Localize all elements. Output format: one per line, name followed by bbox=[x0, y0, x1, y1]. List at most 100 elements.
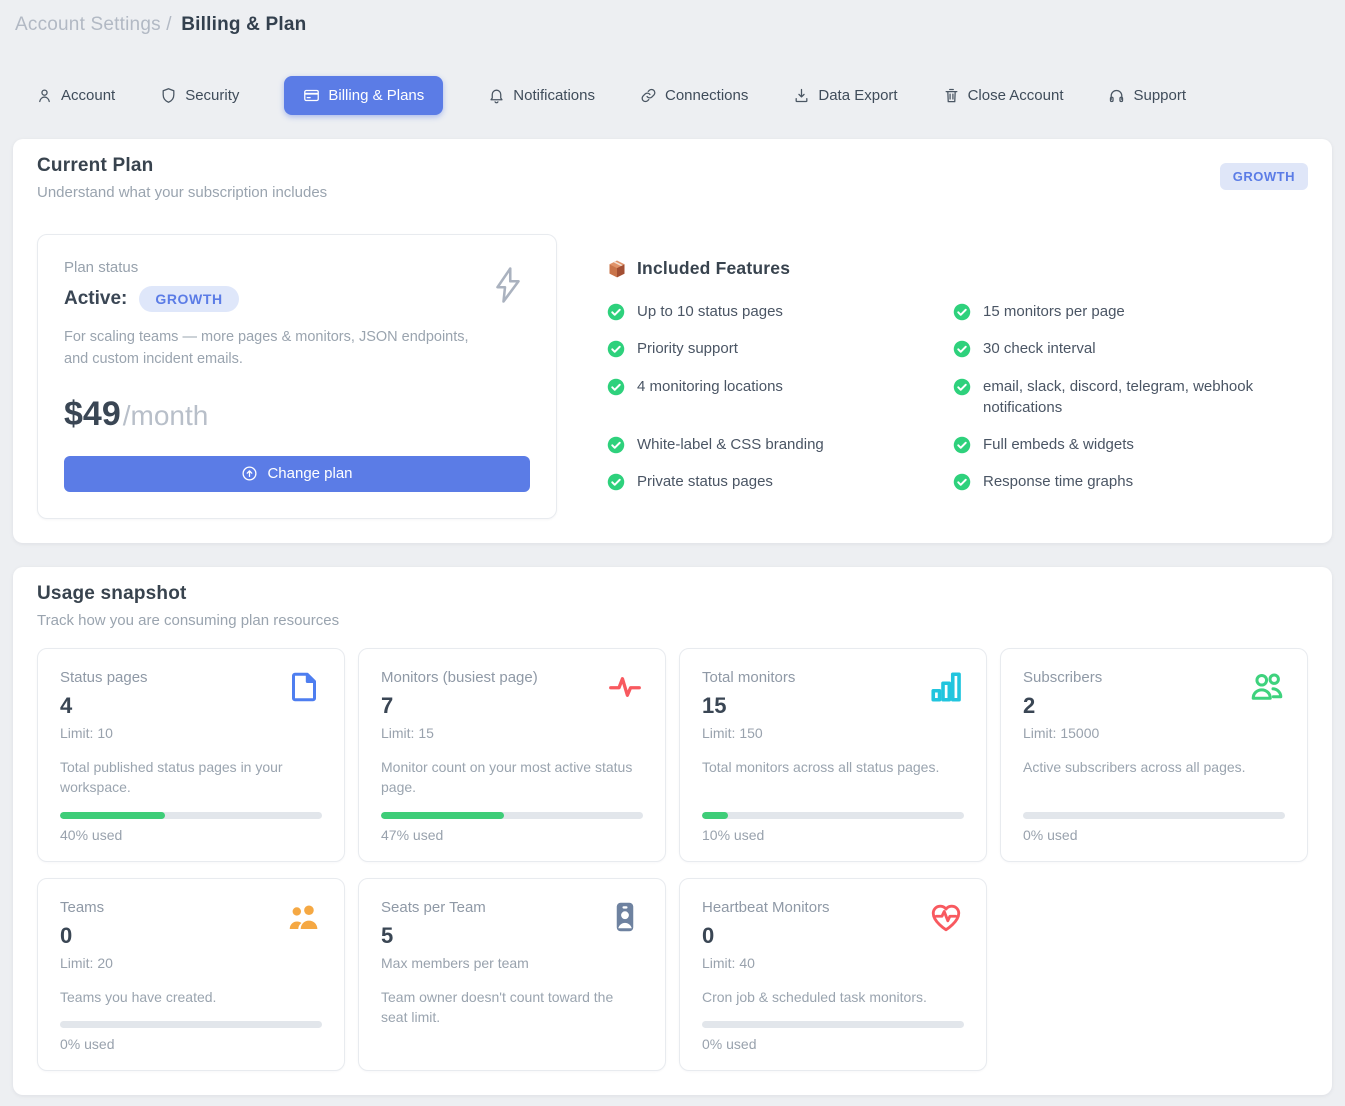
usage-card-title: Seats per Team bbox=[381, 899, 643, 916]
feature-label: 30 check interval bbox=[983, 338, 1096, 359]
progress-fill bbox=[381, 812, 504, 819]
usage-progress: 0% used bbox=[60, 1007, 322, 1052]
usage-card-limit: Limit: 20 bbox=[60, 955, 322, 971]
breadcrumb-section[interactable]: Account Settings / bbox=[15, 14, 172, 35]
credit-card-icon bbox=[303, 87, 320, 104]
person-icon bbox=[36, 87, 53, 104]
feature-label: Private status pages bbox=[637, 471, 773, 492]
change-plan-button[interactable]: Change plan bbox=[64, 456, 530, 492]
tab-label: Connections bbox=[665, 88, 748, 103]
tab-label: Close Account bbox=[968, 88, 1064, 103]
feature-item: Private status pages bbox=[607, 471, 953, 492]
tab-security[interactable]: Security bbox=[160, 87, 239, 104]
plan-status-badge: GROWTH bbox=[139, 286, 238, 312]
tab-support[interactable]: Support bbox=[1108, 87, 1186, 104]
included-features: Included Features Up to 10 status pages 1… bbox=[607, 234, 1299, 519]
current-plan-body: Plan status Active: GROWTH For scaling t… bbox=[37, 234, 1308, 519]
plan-status-row: Active: GROWTH bbox=[64, 286, 530, 312]
usage-card-title: Total monitors bbox=[702, 669, 964, 686]
usage-percent-label: 10% used bbox=[702, 827, 964, 843]
plan-price: $49 /month bbox=[64, 395, 530, 434]
plan-description: For scaling teams — more pages & monitor… bbox=[64, 326, 474, 371]
progress-bar bbox=[702, 1021, 964, 1028]
included-features-title: Included Features bbox=[637, 258, 790, 279]
change-plan-label: Change plan bbox=[267, 465, 352, 482]
usage-percent-label: 47% used bbox=[381, 827, 643, 843]
usage-card-value: 7 bbox=[381, 693, 643, 719]
usage-card-description: Active subscribers across all pages. bbox=[1023, 757, 1285, 777]
badge-icon bbox=[607, 899, 643, 935]
included-features-header: Included Features bbox=[607, 258, 1299, 279]
tab-account[interactable]: Account bbox=[36, 87, 115, 104]
current-plan-panel: Current Plan Understand what your subscr… bbox=[13, 139, 1332, 543]
usage-card-title: Status pages bbox=[60, 669, 322, 686]
usage-header: Usage snapshot Track how you are consumi… bbox=[37, 583, 1308, 629]
progress-bar bbox=[702, 812, 964, 819]
tab-close-account[interactable]: Close Account bbox=[943, 87, 1064, 104]
plan-status-value: Active: bbox=[64, 288, 127, 310]
usage-percent-label: 0% used bbox=[1023, 827, 1285, 843]
usage-card-value: 0 bbox=[702, 923, 964, 949]
feature-item: 15 monitors per page bbox=[953, 301, 1299, 322]
usage-card-description: Cron job & scheduled task monitors. bbox=[702, 987, 964, 1007]
feature-label: 4 monitoring locations bbox=[637, 376, 783, 397]
progress-bar bbox=[1023, 812, 1285, 819]
usage-card-description: Team owner doesn't count toward the seat… bbox=[381, 987, 643, 1028]
usage-card-title: Monitors (busiest page) bbox=[381, 669, 643, 686]
usage-card-value: 2 bbox=[1023, 693, 1285, 719]
usage-progress: 47% used bbox=[381, 798, 643, 843]
tab-label: Billing & Plans bbox=[328, 88, 424, 103]
tab-label: Account bbox=[61, 88, 115, 103]
billing-page: Account Settings / Billing & Plan Accoun… bbox=[0, 0, 1345, 1106]
usage-progress: 10% used bbox=[702, 798, 964, 843]
tab-notifications[interactable]: Notifications bbox=[488, 87, 595, 104]
usage-card-limit: Limit: 150 bbox=[702, 725, 964, 741]
usage-card-heartbeat-monitors: Heartbeat Monitors0Limit: 40Cron job & s… bbox=[679, 878, 987, 1071]
usage-card-description: Teams you have created. bbox=[60, 987, 322, 1007]
feature-item: Response time graphs bbox=[953, 471, 1299, 492]
usage-card-description: Total published status pages in your wor… bbox=[60, 757, 322, 798]
tab-data-export[interactable]: Data Export bbox=[793, 87, 897, 104]
check-icon bbox=[953, 378, 971, 396]
usage-card-subscribers: Subscribers2Limit: 15000Active subscribe… bbox=[1000, 648, 1308, 862]
tab-label: Security bbox=[185, 88, 239, 103]
usage-card-value: 0 bbox=[60, 923, 322, 949]
usage-subtitle: Track how you are consuming plan resourc… bbox=[37, 612, 339, 629]
plan-status-card: Plan status Active: GROWTH For scaling t… bbox=[37, 234, 557, 519]
usage-progress-empty bbox=[381, 1038, 643, 1052]
feature-item: Full embeds & widgets bbox=[953, 434, 1299, 455]
feature-item: 4 monitoring locations bbox=[607, 376, 953, 419]
feature-item: Priority support bbox=[607, 338, 953, 359]
users-icon bbox=[1249, 669, 1285, 705]
document-icon bbox=[286, 669, 322, 705]
lightning-icon bbox=[490, 265, 526, 305]
tab-billing-plans[interactable]: Billing & Plans bbox=[284, 76, 443, 115]
trash-icon bbox=[943, 87, 960, 104]
tab-connections[interactable]: Connections bbox=[640, 87, 748, 104]
usage-percent-label: 0% used bbox=[702, 1036, 964, 1052]
feature-label: Up to 10 status pages bbox=[637, 301, 783, 322]
team-icon bbox=[286, 899, 322, 935]
usage-progress: 0% used bbox=[702, 1007, 964, 1052]
shield-icon bbox=[160, 87, 177, 104]
bell-icon bbox=[488, 87, 505, 104]
usage-card-teams: Teams0Limit: 20Teams you have created.0%… bbox=[37, 878, 345, 1071]
check-icon bbox=[953, 340, 971, 358]
usage-panel: Usage snapshot Track how you are consumi… bbox=[13, 567, 1332, 1095]
usage-card-title: Subscribers bbox=[1023, 669, 1285, 686]
progress-fill bbox=[60, 812, 165, 819]
breadcrumb: Account Settings / Billing & Plan bbox=[0, 0, 1345, 36]
progress-bar bbox=[381, 812, 643, 819]
price-amount: $49 bbox=[64, 395, 121, 434]
usage-title: Usage snapshot bbox=[37, 583, 339, 605]
usage-progress: 0% used bbox=[1023, 798, 1285, 843]
feature-item: email, slack, discord, telegram, webhook… bbox=[953, 376, 1299, 419]
usage-card-value: 5 bbox=[381, 923, 643, 949]
check-icon bbox=[607, 378, 625, 396]
tab-label: Support bbox=[1133, 88, 1186, 103]
usage-card-value: 15 bbox=[702, 693, 964, 719]
feature-item: Up to 10 status pages bbox=[607, 301, 953, 322]
current-plan-header: Current Plan Understand what your subscr… bbox=[37, 155, 1308, 201]
usage-card-status-pages: Status pages4Limit: 10Total published st… bbox=[37, 648, 345, 862]
feature-item: White-label & CSS branding bbox=[607, 434, 953, 455]
